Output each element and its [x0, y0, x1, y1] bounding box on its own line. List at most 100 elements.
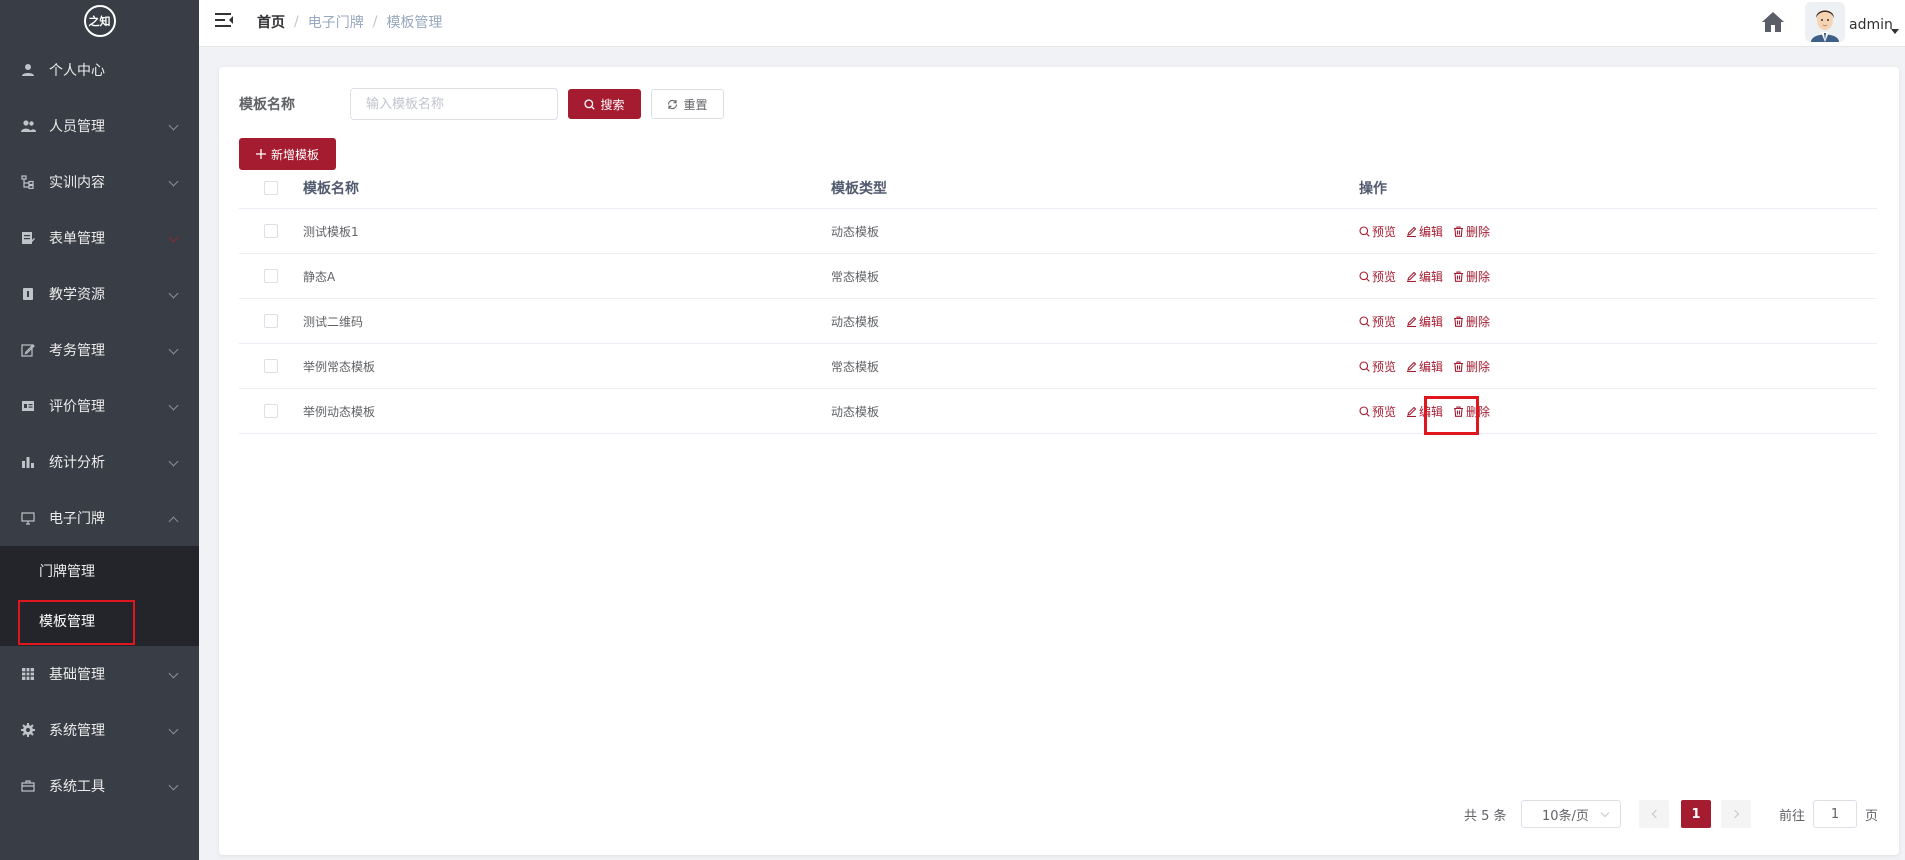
delete-button[interactable]: 删除	[1453, 403, 1490, 420]
highlight-box	[18, 600, 135, 645]
pagination-total: 共 5 条	[1464, 808, 1507, 824]
sidebar-item-label: 表单管理	[49, 231, 105, 247]
sidebar-item-statistics[interactable]: 统计分析	[0, 434, 199, 490]
sidebar-item-training[interactable]: 实训内容	[0, 154, 199, 210]
sidebar-item-tools[interactable]: 系统工具	[0, 758, 199, 814]
rating-icon	[20, 398, 36, 414]
user-name[interactable]: admin	[1849, 17, 1893, 33]
page-size-select[interactable]: 10条/页	[1521, 800, 1621, 828]
table-row: 举例常态模板 常态模板 预览 编辑 删除	[239, 344, 1877, 389]
plus-icon	[255, 149, 266, 159]
edit-button[interactable]: 编辑	[1406, 223, 1443, 240]
delete-button[interactable]: 删除	[1453, 358, 1490, 375]
pencil-icon	[1407, 226, 1417, 237]
row-checkbox[interactable]	[264, 314, 278, 328]
user-icon	[20, 62, 36, 78]
sidebar-item-label: 人员管理	[49, 119, 105, 135]
delete-button[interactable]: 删除	[1453, 223, 1490, 240]
chevron-down-icon	[168, 456, 179, 467]
trash-icon	[1454, 315, 1464, 327]
sidebar: 之知 个人中心 人员管理 实训内容 表单管理 教学资源 考务管理 评价管理 统计…	[0, 0, 199, 860]
select-all-checkbox[interactable]	[264, 181, 278, 195]
template-type-cell: 动态模板	[831, 314, 880, 329]
delete-button[interactable]: 删除	[1453, 313, 1490, 330]
sidebar-item-forms[interactable]: 表单管理	[0, 210, 199, 266]
sidebar-item-label: 系统工具	[49, 779, 105, 795]
edit-button[interactable]: 编辑	[1406, 358, 1443, 375]
sidebar-item-label: 实训内容	[49, 175, 105, 191]
preview-button[interactable]: 预览	[1359, 268, 1396, 285]
home-icon[interactable]	[1761, 10, 1785, 34]
template-name-input[interactable]	[350, 88, 558, 120]
template-name-cell: 测试模板1	[303, 224, 359, 239]
search-icon	[1359, 360, 1370, 372]
pencil-icon	[1407, 361, 1417, 372]
sidebar-subitem-template-management[interactable]: 模板管理	[0, 596, 199, 646]
avatar[interactable]	[1805, 2, 1845, 42]
search-icon	[584, 98, 596, 110]
search-button[interactable]: 搜索	[568, 89, 641, 119]
preview-button[interactable]: 预览	[1359, 403, 1396, 420]
submenu-e-doorplate: 门牌管理 模板管理	[0, 546, 199, 646]
tree-icon	[20, 174, 36, 190]
sidebar-item-system[interactable]: 系统管理	[0, 702, 199, 758]
reset-button[interactable]: 重置	[651, 89, 724, 119]
goto-page: 前往 页	[1779, 800, 1878, 828]
sidebar-item-exams[interactable]: 考务管理	[0, 322, 199, 378]
goto-page-input[interactable]	[1813, 800, 1858, 828]
preview-button[interactable]: 预览	[1359, 313, 1396, 330]
edit-button[interactable]: 编辑	[1406, 313, 1443, 330]
trash-icon	[1454, 360, 1464, 372]
template-table: 模板名称 模板类型 操作 测试模板1 动态模板 预览 编辑 删除 静态A 常态模…	[239, 168, 1877, 435]
template-type-cell: 常态模板	[831, 269, 880, 284]
row-checkbox[interactable]	[264, 269, 278, 283]
preview-button[interactable]: 预览	[1359, 358, 1396, 375]
template-name-cell: 测试二维码	[303, 314, 364, 329]
chevron-down-icon	[168, 780, 179, 791]
sidebar-item-label: 基础管理	[49, 667, 105, 683]
pencil-icon	[1407, 271, 1417, 282]
breadcrumb-home[interactable]: 首页	[257, 12, 285, 32]
edit-button[interactable]: 编辑	[1406, 403, 1443, 420]
breadcrumb: 首页 / 电子门牌 / 模板管理	[257, 12, 443, 32]
delete-button[interactable]: 删除	[1453, 268, 1490, 285]
row-checkbox[interactable]	[264, 224, 278, 238]
search-icon	[1359, 270, 1370, 282]
sidebar-subitem-doorplate-management[interactable]: 门牌管理	[0, 546, 199, 596]
add-template-button[interactable]: 新增模板	[239, 138, 336, 170]
row-checkbox[interactable]	[264, 404, 278, 418]
menu-toggle-icon[interactable]	[215, 12, 233, 28]
sidebar-item-staff[interactable]: 人员管理	[0, 98, 199, 154]
search-icon	[1359, 405, 1370, 417]
sidebar-item-e-doorplate[interactable]: 电子门牌	[0, 490, 199, 546]
prev-page-button[interactable]	[1639, 800, 1669, 828]
sidebar-item-resources[interactable]: 教学资源	[0, 266, 199, 322]
search-label: 模板名称	[239, 97, 295, 113]
table-icon	[20, 666, 36, 682]
preview-button[interactable]: 预览	[1359, 223, 1396, 240]
sidebar-item-basic[interactable]: 基础管理	[0, 646, 199, 702]
table-row: 静态A 常态模板 预览 编辑 删除	[239, 254, 1877, 299]
gear-icon	[20, 722, 36, 738]
column-header: 模板名称	[303, 181, 359, 197]
edit-button[interactable]: 编辑	[1406, 268, 1443, 285]
monitor-icon	[20, 510, 36, 526]
caret-down-icon[interactable]	[1891, 29, 1899, 34]
logo-mark: 之知	[83, 5, 116, 37]
sidebar-item-label: 电子门牌	[49, 511, 105, 527]
sidebar-item-evaluation[interactable]: 评价管理	[0, 378, 199, 434]
table-header: 模板名称 模板类型 操作	[239, 168, 1877, 209]
logo[interactable]: 之知	[0, 0, 199, 42]
chevron-up-icon	[168, 516, 179, 527]
chevron-down-icon	[168, 288, 179, 299]
breadcrumb-current: 模板管理	[386, 15, 443, 31]
row-checkbox[interactable]	[264, 359, 278, 373]
trash-icon	[1454, 270, 1464, 282]
next-page-button[interactable]	[1721, 800, 1751, 828]
edit-icon	[20, 342, 36, 358]
column-header: 操作	[1359, 181, 1387, 197]
sidebar-item-label: 门牌管理	[39, 564, 95, 580]
page-number-current[interactable]: 1	[1681, 800, 1711, 828]
chevron-left-icon	[1651, 809, 1660, 819]
sidebar-item-personal-center[interactable]: 个人中心	[0, 42, 199, 98]
